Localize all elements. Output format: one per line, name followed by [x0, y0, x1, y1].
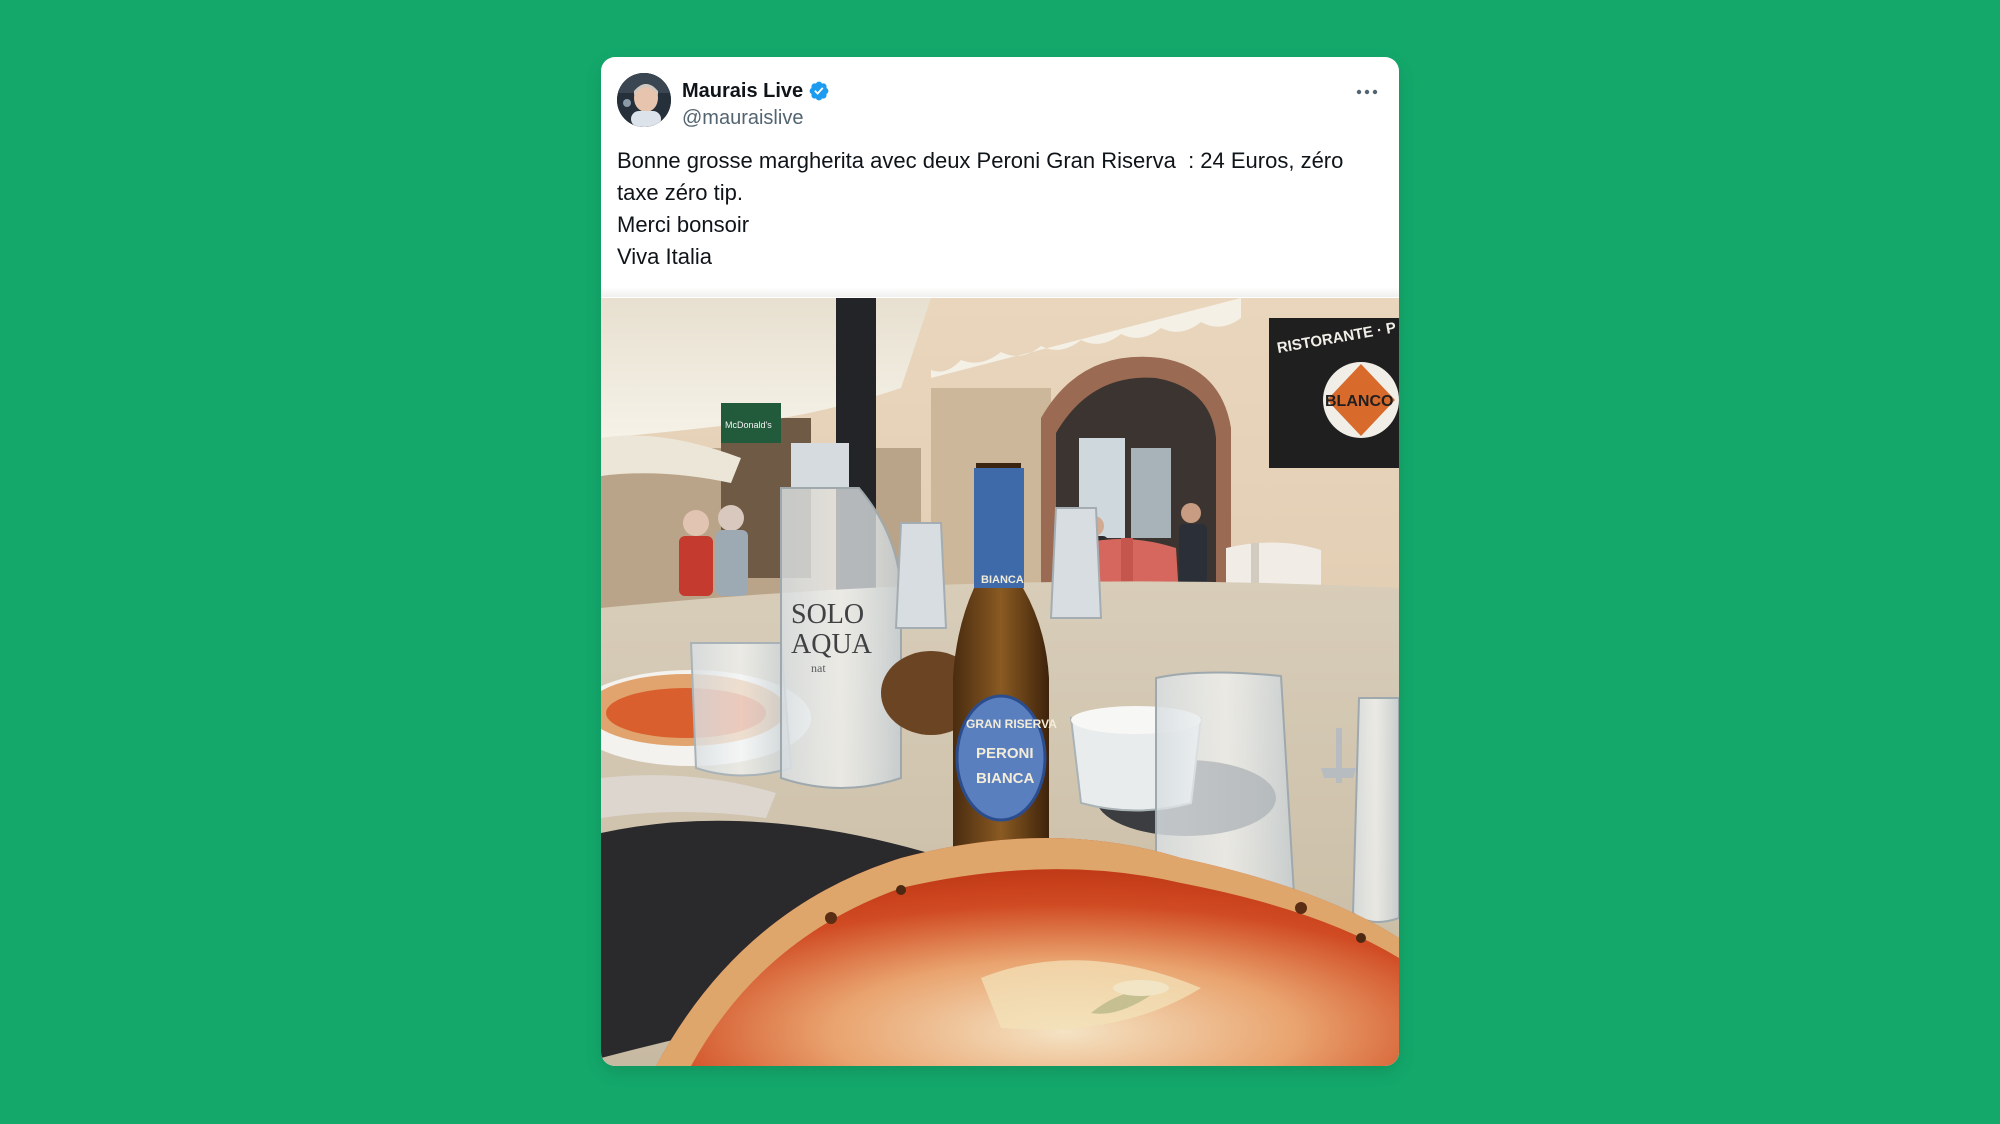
media-divider — [601, 287, 1399, 297]
svg-text:BLANCO: BLANCO — [1325, 393, 1393, 410]
author-display-name[interactable]: Maurais Live — [682, 79, 803, 103]
tweet-photo[interactable]: RISTORANTE · P BLANCO McDonald's SOLO AQ… — [601, 298, 1399, 1066]
ellipsis-icon — [1356, 89, 1378, 95]
tweet-header: Maurais Live @mauraislive — [617, 73, 1383, 129]
svg-text:PERONI: PERONI — [976, 745, 1034, 762]
tweet-text-line: taxe zéro tip. — [617, 180, 743, 205]
svg-text:GRAN RISERVA: GRAN RISERVA — [966, 717, 1057, 731]
svg-text:BIANCA: BIANCA — [981, 574, 1024, 586]
author-handle[interactable]: @mauraislive — [682, 106, 803, 130]
verified-badge-icon — [808, 80, 830, 102]
ristorante-sign: RISTORANTE · P BLANCO — [1269, 318, 1399, 468]
more-options-button[interactable] — [1351, 81, 1383, 103]
restaurant-photo: RISTORANTE · P BLANCO McDonald's SOLO AQ… — [601, 298, 1399, 1066]
author-avatar[interactable] — [617, 73, 671, 127]
svg-text:SOLO: SOLO — [791, 599, 864, 630]
svg-text:BIANCA: BIANCA — [976, 770, 1034, 787]
tweet-card: Maurais Live @mauraislive Bonne grosse m… — [601, 57, 1399, 1066]
svg-text:nat: nat — [811, 661, 826, 675]
tweet-text-line: Bonne grosse margherita avec deux Peroni… — [617, 148, 1344, 173]
tweet-text-line: Viva Italia — [617, 244, 712, 269]
tweet-text-line: Merci bonsoir — [617, 212, 750, 237]
tweet-text: Bonne grosse margherita avec deux Peroni… — [617, 145, 1387, 273]
svg-text:McDonald's: McDonald's — [725, 420, 772, 430]
svg-text:AQUA: AQUA — [791, 629, 873, 660]
author-name-row: Maurais Live — [682, 79, 830, 103]
